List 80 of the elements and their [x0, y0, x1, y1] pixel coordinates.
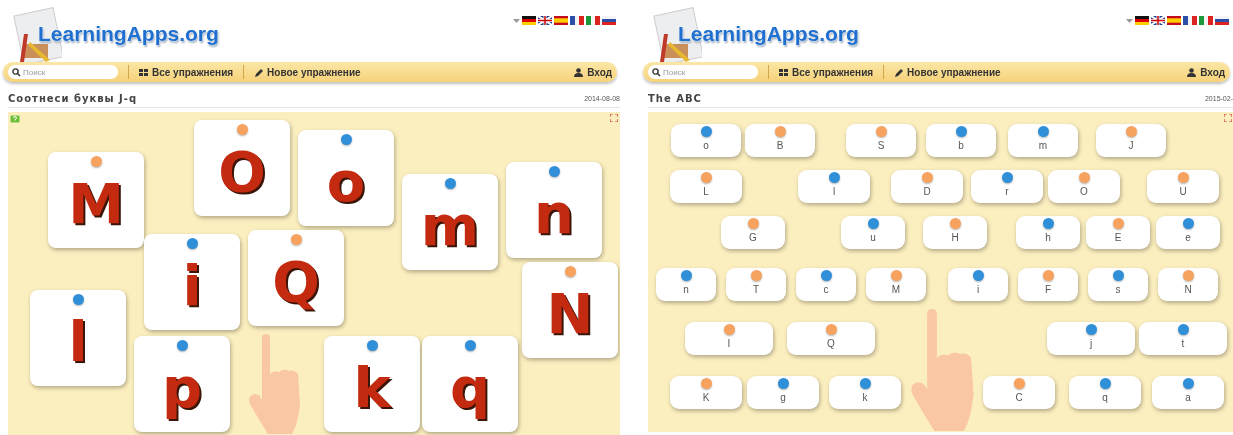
letter-card[interactable]: H [923, 216, 987, 249]
pencil-icon [254, 67, 264, 77]
letter-card[interactable]: h [1016, 216, 1080, 249]
flag-icon[interactable] [522, 16, 536, 25]
letter-card[interactable]: Q [787, 322, 875, 355]
search-field[interactable]: Поиск [648, 65, 758, 79]
logo-text[interactable]: LearningApps.org [38, 22, 219, 46]
letter-card[interactable]: c [796, 268, 856, 301]
search-icon [12, 67, 21, 77]
logo-text[interactable]: LearningApps.org [678, 22, 859, 46]
letter-card[interactable]: D [891, 170, 963, 203]
letter-card[interactable]: u [841, 216, 905, 249]
letter-card[interactable]: i [948, 268, 1008, 301]
user-icon [1187, 67, 1197, 77]
letter-card[interactable]: o [298, 130, 394, 226]
letter-card[interactable]: J [1096, 124, 1166, 157]
letter-card[interactable]: k [829, 376, 901, 409]
letter-card[interactable]: q [422, 336, 518, 432]
letter-card[interactable]: M [48, 152, 144, 248]
exercise-title: Соотнеси буквы J-q [8, 93, 138, 104]
grid-icon [779, 67, 788, 77]
menu-link[interactable]: Все упражнения [779, 64, 874, 80]
letter-card[interactable]: F [1018, 268, 1078, 301]
letter-card[interactable]: K [670, 376, 742, 409]
flag-icon[interactable] [1215, 16, 1229, 25]
letter-card[interactable]: L [670, 170, 742, 203]
letter-card[interactable]: U [1147, 170, 1219, 203]
letter-card[interactable]: m [1008, 124, 1078, 157]
letter-card[interactable]: I [685, 322, 773, 355]
letter-card[interactable]: M [866, 268, 926, 301]
fullscreen-icon[interactable] [1224, 114, 1232, 122]
flag-icon[interactable] [602, 16, 616, 25]
letter-card[interactable]: r [971, 170, 1043, 203]
flag-icon[interactable] [538, 16, 552, 25]
letter-card[interactable]: S [846, 124, 916, 157]
letter-card[interactable]: i [144, 234, 240, 330]
search-icon [652, 67, 661, 77]
letter-card[interactable]: n [506, 162, 602, 258]
login-link[interactable]: Вход [1187, 64, 1225, 80]
letter-card[interactable]: q [1069, 376, 1141, 409]
menu-link[interactable]: Все упражнения [139, 64, 234, 80]
flag-icon[interactable] [1135, 16, 1149, 25]
search-field[interactable]: Поиск [8, 65, 118, 79]
flag-icon[interactable] [1151, 16, 1165, 25]
user-icon [574, 67, 584, 77]
letter-card[interactable]: m [402, 174, 498, 270]
caret-icon[interactable] [1126, 17, 1133, 24]
letter-card[interactable]: O [194, 120, 290, 216]
letter-card[interactable]: C [983, 376, 1055, 409]
menu-link[interactable]: Новое упражнение [254, 64, 361, 80]
letter-card[interactable]: p [134, 336, 230, 432]
letter-card[interactable]: g [747, 376, 819, 409]
flag-icon[interactable] [570, 16, 584, 25]
letter-card[interactable]: s [1088, 268, 1148, 301]
letter-card[interactable]: k [324, 336, 420, 432]
letter-card[interactable]: Q [248, 230, 344, 326]
login-link[interactable]: Вход [574, 64, 612, 80]
letter-card[interactable]: N [522, 262, 618, 358]
letter-card[interactable]: l [30, 290, 126, 386]
flag-icon[interactable] [1183, 16, 1197, 25]
letter-card[interactable]: O [1048, 170, 1120, 203]
menu-link[interactable]: Новое упражнение [894, 64, 1001, 80]
letter-card[interactable]: o [671, 124, 741, 157]
exercise-title: The ABC [648, 93, 702, 104]
letter-card[interactable]: t [1139, 322, 1227, 355]
letter-card[interactable]: E [1086, 216, 1150, 249]
letter-card[interactable]: b [926, 124, 996, 157]
caret-icon[interactable] [513, 17, 520, 24]
letter-card[interactable]: B [745, 124, 815, 157]
pencil-icon [894, 67, 904, 77]
letter-card[interactable]: N [1158, 268, 1218, 301]
fullscreen-icon[interactable] [610, 114, 618, 122]
letter-card[interactable]: l [798, 170, 870, 203]
letter-card[interactable]: G [721, 216, 785, 249]
letter-card[interactable]: a [1152, 376, 1224, 409]
letter-card[interactable]: n [656, 268, 716, 301]
letter-card[interactable]: e [1156, 216, 1220, 249]
letter-card[interactable]: j [1047, 322, 1135, 355]
grid-icon [139, 67, 148, 77]
letter-card[interactable]: T [726, 268, 786, 301]
